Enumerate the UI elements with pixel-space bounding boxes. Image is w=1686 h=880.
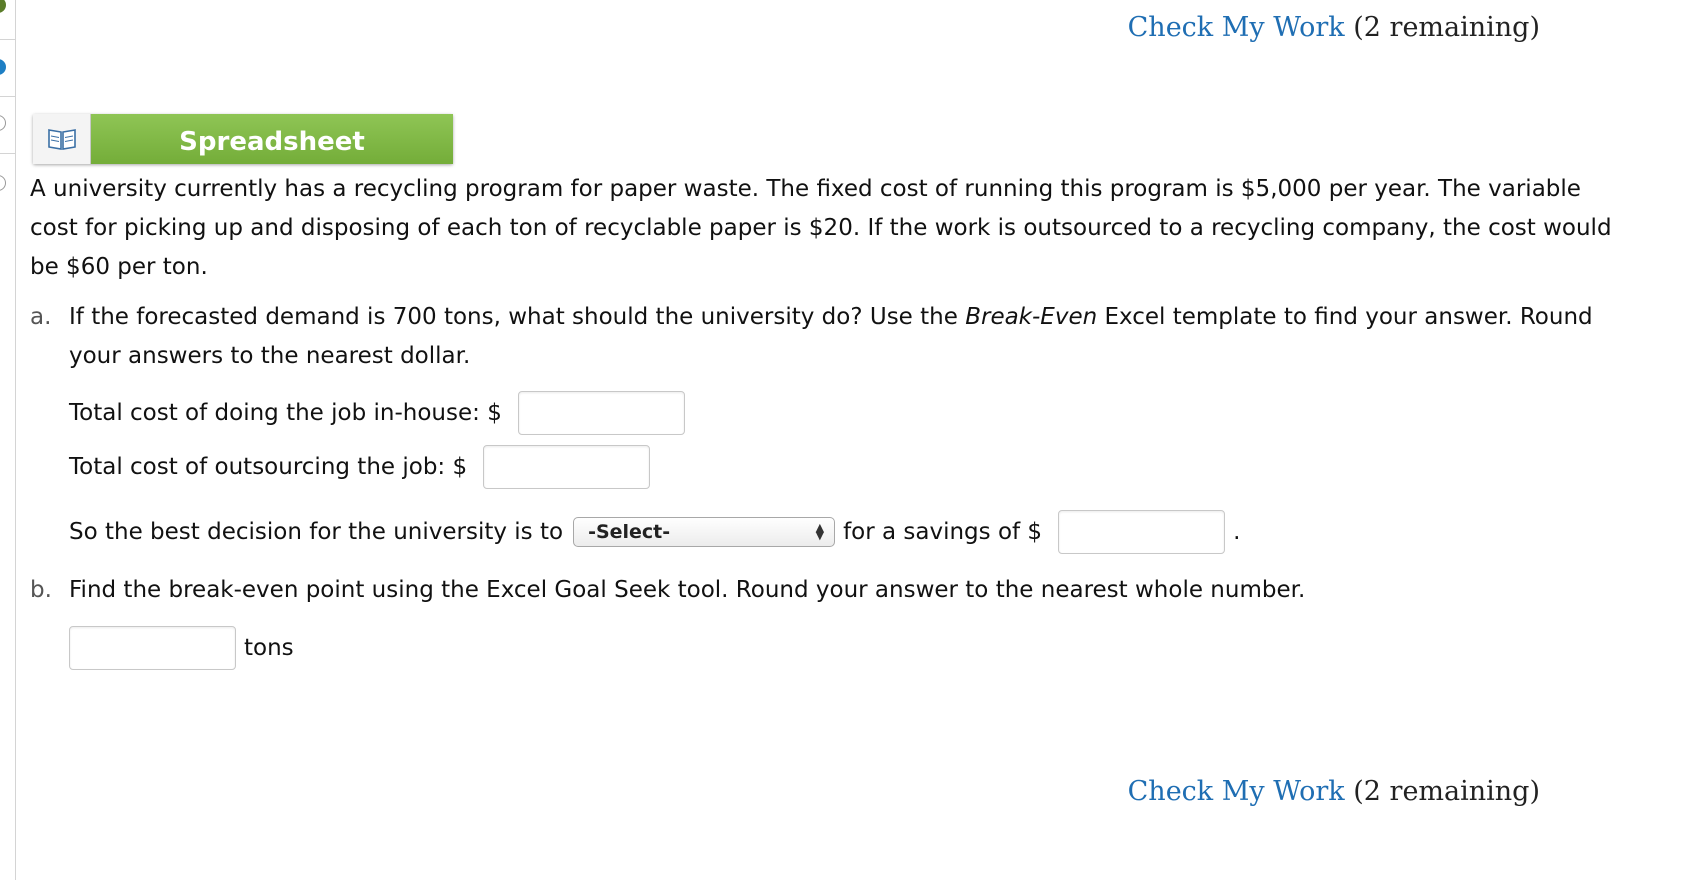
check-my-work-link[interactable]: Check My Work (1128, 776, 1345, 807)
question-status-empty-icon[interactable] (0, 115, 6, 131)
part-a-question: If the forecasted demand is 700 tons, wh… (69, 298, 1593, 376)
part-a-text: Excel template to find your answer. Roun… (1097, 304, 1593, 330)
inhouse-label: Total cost of doing the job in-house: $ (69, 399, 502, 426)
decision-selected-value: -Select- (588, 520, 671, 543)
check-my-work-bottom: Check My Work (2 remaining) (1128, 776, 1540, 807)
tons-unit: tons (244, 634, 294, 661)
outsource-label: Total cost of outsourcing the job: $ (69, 453, 468, 480)
decision-row: So the best decision for the university … (69, 510, 1240, 554)
end-period: . (1233, 518, 1241, 545)
question-status-complete-icon[interactable] (0, 0, 6, 13)
spreadsheet-label: Spreadsheet (91, 114, 453, 164)
inhouse-cost-input[interactable] (517, 391, 685, 435)
check-my-work-top: Check My Work (2 remaining) (1128, 12, 1540, 43)
break-even-italic: Break-Even (965, 304, 1098, 330)
problem-line: A university currently has a recycling p… (30, 176, 1581, 202)
inhouse-row: Total cost of doing the job in-house: $ (69, 391, 685, 435)
attempts-remaining: (2 remaining) (1353, 776, 1540, 807)
question-status-current-icon[interactable] (0, 59, 6, 75)
decision-select[interactable]: -Select- ▲ ▼ (573, 517, 836, 547)
part-b-label: b. (30, 577, 52, 603)
break-even-row: tons (69, 626, 294, 670)
problem-statement: A university currently has a recycling p… (30, 170, 1612, 287)
part-a-line-2: your answers to the nearest dollar. (69, 343, 471, 369)
part-b-question: Find the break-even point using the Exce… (69, 577, 1306, 603)
outsource-cost-input[interactable] (483, 445, 651, 489)
spreadsheet-button[interactable]: Spreadsheet (33, 114, 453, 164)
question-nav-rail (0, 0, 16, 880)
savings-input[interactable] (1058, 510, 1226, 554)
select-arrows-icon: ▲ ▼ (815, 521, 825, 542)
savings-label: for a savings of $ (843, 518, 1043, 545)
question-status-empty-icon[interactable] (0, 175, 6, 191)
book-icon (47, 129, 76, 150)
check-my-work-link[interactable]: Check My Work (1128, 12, 1345, 43)
part-a-label: a. (30, 304, 52, 330)
divider (0, 153, 15, 154)
problem-line: cost for picking up and disposing of eac… (30, 215, 1612, 241)
attempts-remaining: (2 remaining) (1353, 12, 1540, 43)
outsource-row: Total cost of outsourcing the job: $ (69, 445, 651, 489)
decision-label: So the best decision for the university … (69, 518, 564, 545)
book-icon-cell (33, 114, 91, 164)
part-a-line-1: If the forecasted demand is 700 tons, wh… (69, 298, 1593, 337)
part-a-text: If the forecasted demand is 700 tons, wh… (69, 304, 966, 330)
problem-line: be $60 per ton. (30, 254, 208, 280)
divider (0, 39, 15, 40)
divider (0, 96, 15, 97)
break-even-input[interactable] (69, 626, 236, 670)
